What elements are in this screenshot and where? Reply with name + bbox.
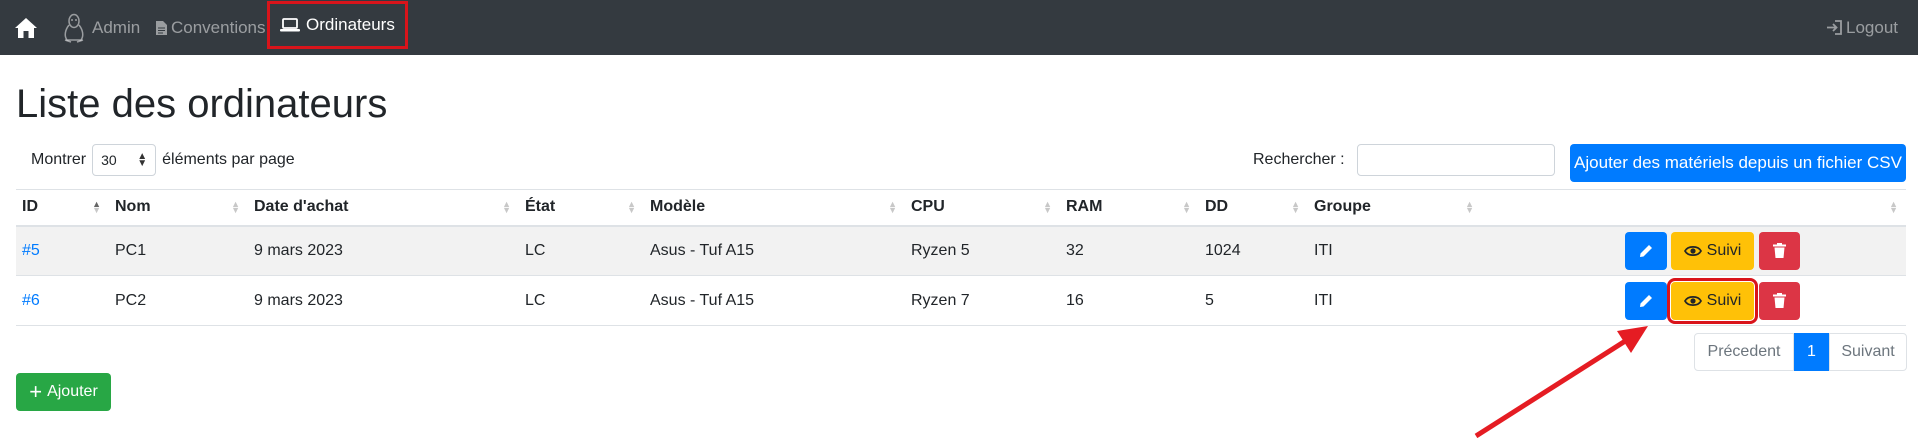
edit-button[interactable] — [1625, 281, 1667, 320]
table-row: #6 PC2 9 mars 2023 LC Asus - Tuf A15 Ryz… — [16, 275, 1906, 326]
sort-icon: ▲ ▼ — [627, 199, 636, 215]
sort-icon: ▲ ▼ — [1043, 199, 1052, 215]
cell-nom: PC2 — [109, 275, 248, 326]
col-header-actions[interactable]: ▲ ▼ — [1482, 189, 1906, 227]
delete-button[interactable] — [1759, 231, 1800, 270]
sort-icon: ▲ ▼ — [92, 199, 101, 215]
edit-button[interactable] — [1625, 231, 1667, 270]
pagination-prev[interactable]: Précedent — [1694, 333, 1794, 371]
length-control: Montrer 30 ▲ ▼ éléments par page — [31, 144, 295, 176]
col-header-etat[interactable]: État ▲ ▼ — [519, 189, 644, 227]
nav-ordinateurs[interactable]: Ordinateurs — [267, 1, 408, 49]
sort-icon: ▲ ▼ — [231, 199, 240, 215]
plus-icon: + — [29, 379, 43, 404]
suivi-label: Suivi — [1706, 291, 1742, 309]
cell-modele: Asus - Tuf A15 — [644, 275, 905, 326]
nav-home[interactable] — [14, 0, 38, 55]
col-header-date[interactable]: Date d'achat ▲ ▼ — [248, 189, 519, 227]
eye-icon — [1683, 245, 1702, 256]
col-header-ram[interactable]: RAM ▲ ▼ — [1060, 189, 1199, 227]
cell-dd: 5 — [1199, 275, 1308, 326]
pencil-icon — [1640, 244, 1652, 257]
cell-cpu: Ryzen 5 — [905, 225, 1060, 276]
suivi-label: Suivi — [1706, 241, 1742, 259]
nav-admin[interactable]: Admin — [62, 0, 140, 55]
page-length-select[interactable]: 30 ▲ ▼ — [92, 144, 157, 176]
trash-icon — [1773, 293, 1786, 308]
col-header-modele[interactable]: Modèle ▲ ▼ — [644, 189, 905, 227]
col-header-groupe[interactable]: Groupe ▲ ▼ — [1308, 189, 1482, 227]
page-length-value: 30 — [101, 152, 117, 168]
cell-modele: Asus - Tuf A15 — [644, 225, 905, 276]
nav-admin-label: Admin — [92, 17, 141, 37]
cell-actions: Suivi — [1482, 275, 1906, 326]
suivi-button[interactable]: Suivi — [1671, 231, 1754, 270]
row-id-link[interactable]: #5 — [22, 242, 40, 259]
cell-groupe: ITI — [1308, 225, 1482, 276]
row-id-link[interactable]: #6 — [22, 292, 40, 309]
home-icon — [15, 17, 37, 38]
cell-cpu: Ryzen 7 — [905, 275, 1060, 326]
eye-icon — [1683, 295, 1702, 306]
suivi-button[interactable]: Suivi — [1667, 277, 1758, 324]
cell-date: 9 mars 2023 — [248, 275, 519, 326]
sort-icon: ▲ ▼ — [1889, 199, 1898, 215]
cell-nom: PC1 — [109, 225, 248, 276]
cell-id[interactable]: #6 — [16, 275, 109, 326]
navbar: Admin Conventions Ordinateurs Logout — [0, 0, 1918, 55]
search-label: Rechercher : — [1253, 151, 1345, 168]
add-button[interactable]: + Ajouter — [16, 373, 111, 411]
sort-icon: ▲ ▼ — [888, 199, 897, 215]
length-prefix: Montrer — [31, 151, 87, 168]
linux-tux-icon — [64, 13, 84, 43]
trash-icon — [1773, 243, 1786, 259]
add-button-label: Ajouter — [47, 383, 98, 400]
delete-button[interactable] — [1759, 281, 1800, 320]
col-header-id[interactable]: ID ▲ ▼ — [16, 189, 109, 227]
cell-ram: 32 — [1060, 225, 1199, 276]
cell-id[interactable]: #5 — [16, 225, 109, 276]
nav-conventions-label: Conventions — [171, 17, 266, 37]
search-control: Rechercher : — [1253, 144, 1555, 176]
select-caret-icon: ▲ ▼ — [137, 151, 148, 169]
nav-logout[interactable]: Logout — [1826, 0, 1898, 55]
sort-icon: ▲ ▼ — [1291, 199, 1300, 215]
col-header-dd[interactable]: DD ▲ ▼ — [1199, 189, 1308, 227]
cell-date: 9 mars 2023 — [248, 225, 519, 276]
nav-logout-label: Logout — [1846, 17, 1898, 37]
sort-icon: ▲ ▼ — [1182, 199, 1191, 215]
col-header-nom[interactable]: Nom ▲ ▼ — [109, 189, 248, 227]
pagination: Précedent 1 Suivant — [1694, 333, 1907, 371]
sort-icon: ▲ ▼ — [502, 199, 511, 215]
search-input[interactable] — [1356, 144, 1555, 176]
cell-etat: LC — [519, 275, 644, 326]
col-header-cpu[interactable]: CPU ▲ ▼ — [905, 189, 1060, 227]
table-header-row: ID ▲ ▼ Nom ▲ ▼ Date d'achat ▲ ▼ État ▲ ▼ Modèle ▲… — [16, 189, 1906, 227]
length-suffix: éléments par page — [162, 151, 295, 168]
page-title: Liste des ordinateurs — [16, 82, 388, 126]
pagination-page-1[interactable]: 1 — [1794, 333, 1829, 371]
cell-ram: 16 — [1060, 275, 1199, 326]
cell-dd: 1024 — [1199, 225, 1308, 276]
nav-ordinateurs-label: Ordinateurs — [306, 15, 395, 34]
pencil-icon — [1640, 294, 1652, 307]
cell-groupe: ITI — [1308, 275, 1482, 326]
cell-actions: Suivi — [1482, 225, 1906, 276]
laptop-icon — [280, 18, 300, 32]
logout-icon — [1827, 20, 1842, 35]
pagination-next[interactable]: Suivant — [1829, 333, 1907, 371]
table-row: #5 PC1 9 mars 2023 LC Asus - Tuf A15 Ryz… — [16, 225, 1906, 276]
computers-table: ID ▲ ▼ Nom ▲ ▼ Date d'achat ▲ ▼ État ▲ ▼ Modèle ▲… — [16, 189, 1906, 326]
cell-etat: LC — [519, 225, 644, 276]
file-icon — [156, 20, 167, 35]
import-csv-button[interactable]: Ajouter des matériels depuis un fichier … — [1570, 144, 1906, 182]
nav-conventions[interactable]: Conventions — [156, 0, 266, 55]
sort-icon: ▲ ▼ — [1465, 199, 1474, 215]
